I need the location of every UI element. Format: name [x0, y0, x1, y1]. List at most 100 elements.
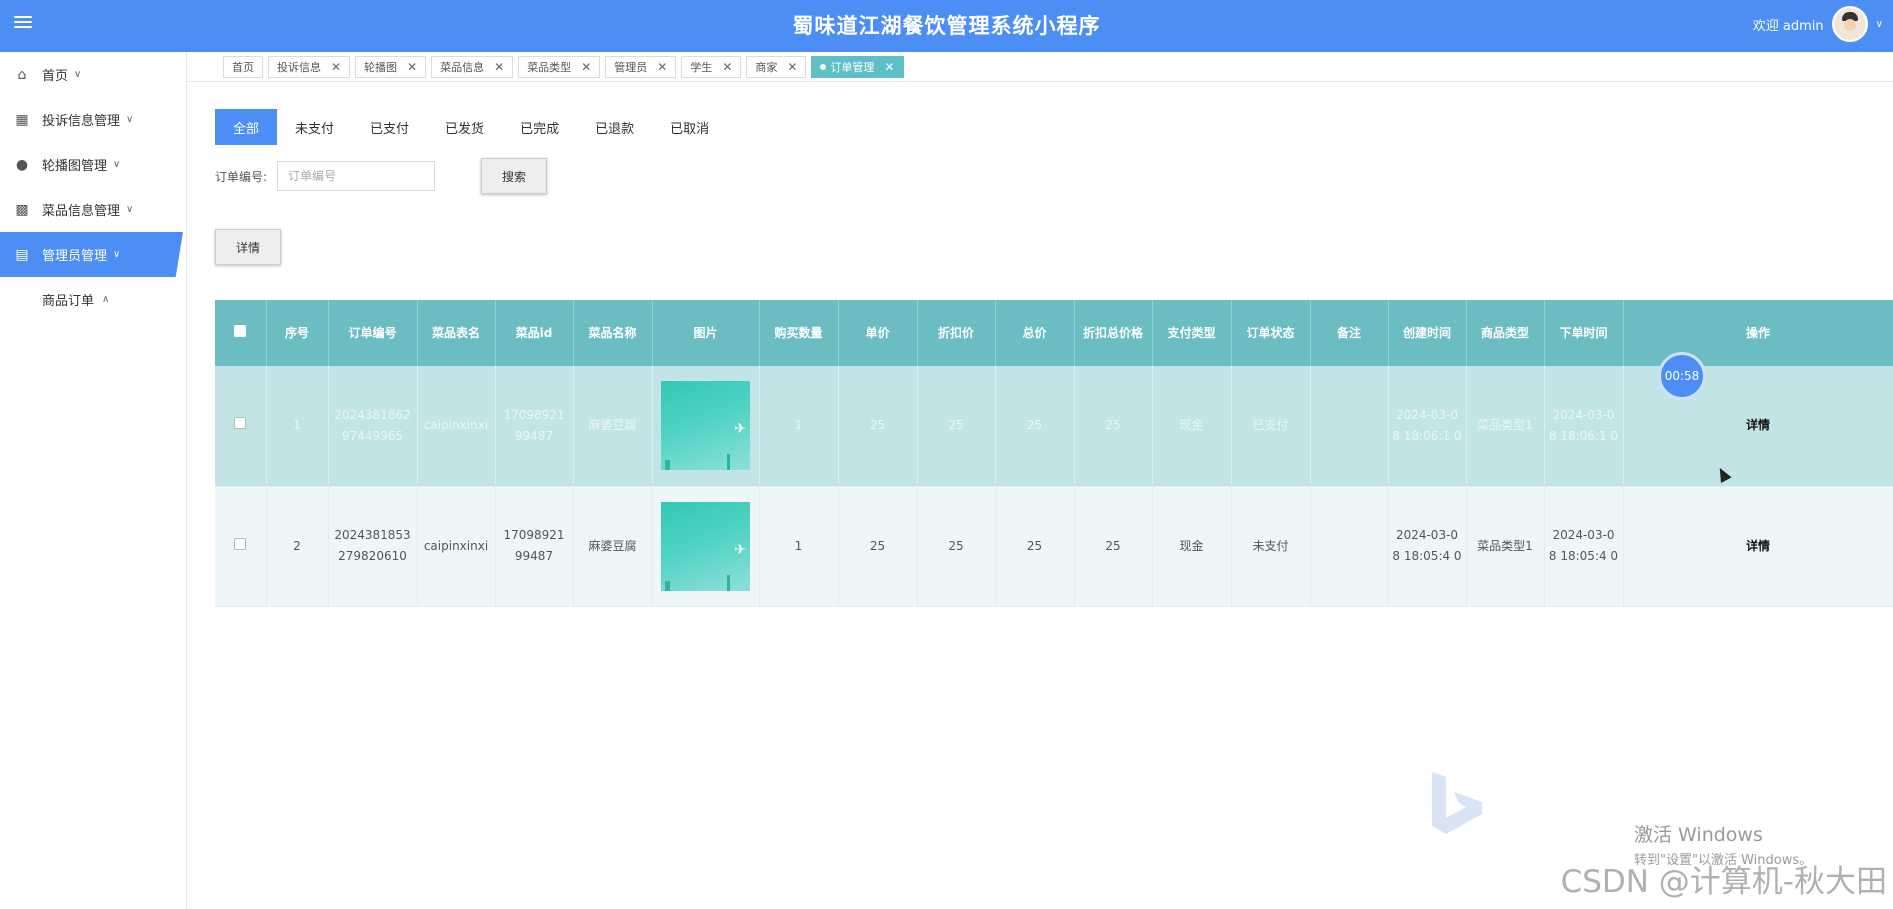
chevron-down-icon: ∨	[113, 159, 121, 170]
column-header: 折扣总价格	[1074, 300, 1153, 366]
column-header: 菜品表名	[417, 300, 496, 366]
cell-discount-price: 25	[917, 366, 996, 487]
user-area[interactable]: 欢迎 admin ∨	[1753, 6, 1883, 42]
table-row[interactable]: 1 2024381862 97449965 caipinxinxi 170989…	[215, 366, 1893, 487]
close-icon[interactable]: ✕	[657, 60, 667, 74]
orders-table: 序号 订单编号 菜品表名 菜品id 菜品名称 图片 购买数量 单价 折扣价 总价…	[215, 300, 1893, 607]
close-icon[interactable]: ✕	[722, 60, 732, 74]
status-tab-refunded[interactable]: 已退款	[577, 109, 652, 145]
top-header: 蜀味道江湖餐饮管理系统小程序 欢迎 admin ∨	[0, 0, 1893, 52]
status-tab-paid[interactable]: 已支付	[352, 109, 427, 145]
tab-home[interactable]: 首页	[223, 55, 263, 78]
home-icon: ⌂	[17, 66, 27, 83]
column-header: 菜品名称	[573, 300, 653, 366]
column-header: 支付类型	[1152, 300, 1232, 366]
cell-table-name: caipinxinxi	[417, 486, 496, 607]
tab-label: 订单管理	[830, 60, 875, 74]
sidebar-item-carousel[interactable]: ● 轮播图管理 ∨	[0, 142, 186, 187]
cell-total: 25	[995, 366, 1075, 487]
tab-dishes[interactable]: 菜品信息 ✕	[431, 55, 514, 78]
app-title: 蜀味道江湖餐饮管理系统小程序	[792, 14, 1101, 38]
chevron-down-icon: ∨	[126, 204, 134, 215]
sidebar-item-admin[interactable]: ▤ 管理员管理 ∨	[0, 232, 183, 277]
cell-remark	[1310, 366, 1389, 487]
status-tab-cancelled[interactable]: 已取消	[652, 109, 727, 145]
status-tab-completed[interactable]: 已完成	[502, 109, 577, 145]
cell-order-no: 2024381862 97449965	[328, 366, 418, 487]
sidebar-item-label: 投诉信息管理	[42, 114, 121, 129]
cell-image: ✈	[652, 486, 760, 607]
table-header-row: 序号 订单编号 菜品表名 菜品id 菜品名称 图片 购买数量 单价 折扣价 总价…	[215, 300, 1893, 366]
order-number-input[interactable]	[277, 161, 436, 191]
close-icon[interactable]: ✕	[494, 60, 504, 74]
plane-icon: ✈	[734, 421, 746, 438]
cell-price: 25	[838, 486, 918, 607]
tab-dish-types[interactable]: 菜品类型 ✕	[518, 55, 601, 78]
close-icon[interactable]: ✕	[787, 60, 797, 74]
tab-complaints[interactable]: 投诉信息 ✕	[268, 55, 351, 78]
table-row[interactable]: 2 2024381853 279820610 caipinxinxi 17098…	[215, 486, 1893, 607]
close-icon[interactable]: ✕	[884, 60, 894, 74]
cell-index: 2	[266, 486, 329, 607]
detail-button[interactable]: 详情	[215, 229, 282, 265]
tab-label: 商家	[755, 60, 778, 74]
status-tab-unpaid[interactable]: 未支付	[277, 109, 352, 145]
grid-icon: ▦	[15, 111, 29, 128]
tab-orders[interactable]: 订单管理 ✕	[811, 55, 904, 78]
sidebar-item-home[interactable]: ⌂ 首页 ∨	[0, 52, 186, 97]
tab-label: 菜品信息	[440, 60, 485, 74]
sidebar-subitem-orders[interactable]: 商品订单 ∧	[0, 277, 186, 322]
close-icon[interactable]: ✕	[331, 60, 341, 74]
sidebar-subitem-label: 商品订单	[42, 294, 95, 309]
row-select-cell[interactable]	[215, 366, 267, 487]
row-detail-link[interactable]: 详情	[1623, 486, 1893, 607]
dish-image[interactable]: ✈	[661, 501, 750, 591]
close-icon[interactable]: ✕	[407, 60, 417, 74]
cell-pay-type: 现金	[1152, 486, 1232, 607]
column-header: 折扣价	[917, 300, 996, 366]
toolbox-icon: ▩	[15, 201, 29, 218]
column-header: 创建时间	[1388, 300, 1467, 366]
tab-merchants[interactable]: 商家 ✕	[746, 55, 807, 78]
tab-admins[interactable]: 管理员 ✕	[605, 55, 677, 78]
chevron-down-icon: ∨	[113, 249, 121, 260]
row-checkbox[interactable]	[234, 417, 247, 430]
cell-status: 已支付	[1231, 366, 1311, 487]
cell-dish-name: 麻婆豆腐	[573, 486, 653, 607]
csdn-watermark: CSDN @计算机-秋大田	[1560, 864, 1887, 900]
cell-discount-price: 25	[917, 486, 996, 607]
tab-label: 轮播图	[364, 60, 398, 74]
column-header: 商品类型	[1466, 300, 1545, 366]
chevron-down-icon: ∨	[126, 114, 134, 125]
sidebar-item-dishes[interactable]: ▩ 菜品信息管理 ∨	[0, 187, 186, 232]
recording-timer[interactable]: 00:58	[1658, 352, 1706, 400]
select-all-checkbox[interactable]	[234, 325, 247, 337]
search-button[interactable]: 搜索	[481, 158, 548, 194]
watermark-title: 激活 Windows	[1634, 824, 1763, 846]
status-tab-shipped[interactable]: 已发货	[427, 109, 502, 145]
chevron-down-icon[interactable]: ∨	[1876, 19, 1883, 30]
avatar[interactable]	[1831, 6, 1868, 42]
cell-category: 菜品类型1	[1466, 366, 1545, 487]
cell-status: 未支付	[1231, 486, 1311, 607]
status-tab-all[interactable]: 全部	[215, 109, 278, 145]
row-select-cell[interactable]	[215, 486, 267, 607]
row-checkbox[interactable]	[234, 537, 247, 550]
search-label: 订单编号:	[215, 169, 268, 184]
cell-pay-type: 现金	[1152, 366, 1232, 487]
column-header: 订单状态	[1231, 300, 1311, 366]
tab-label: 投诉信息	[277, 60, 321, 74]
cell-category: 菜品类型1	[1466, 486, 1545, 607]
cell-dish-id: 17098921 99487	[495, 366, 574, 487]
cell-dish-name: 麻婆豆腐	[573, 366, 653, 487]
close-icon[interactable]: ✕	[581, 60, 591, 74]
tab-carousel[interactable]: 轮播图 ✕	[355, 55, 427, 78]
dish-image[interactable]: ✈	[661, 381, 750, 471]
select-all-header[interactable]	[215, 300, 267, 366]
column-header: 总价	[995, 300, 1075, 366]
sidebar-item-complaints[interactable]: ▦ 投诉信息管理 ∨	[0, 97, 186, 142]
cell-total: 25	[995, 486, 1075, 607]
sidebar-item-label: 首页	[42, 69, 69, 84]
tab-students[interactable]: 学生 ✕	[681, 55, 742, 78]
column-header: 菜品id	[495, 300, 574, 366]
